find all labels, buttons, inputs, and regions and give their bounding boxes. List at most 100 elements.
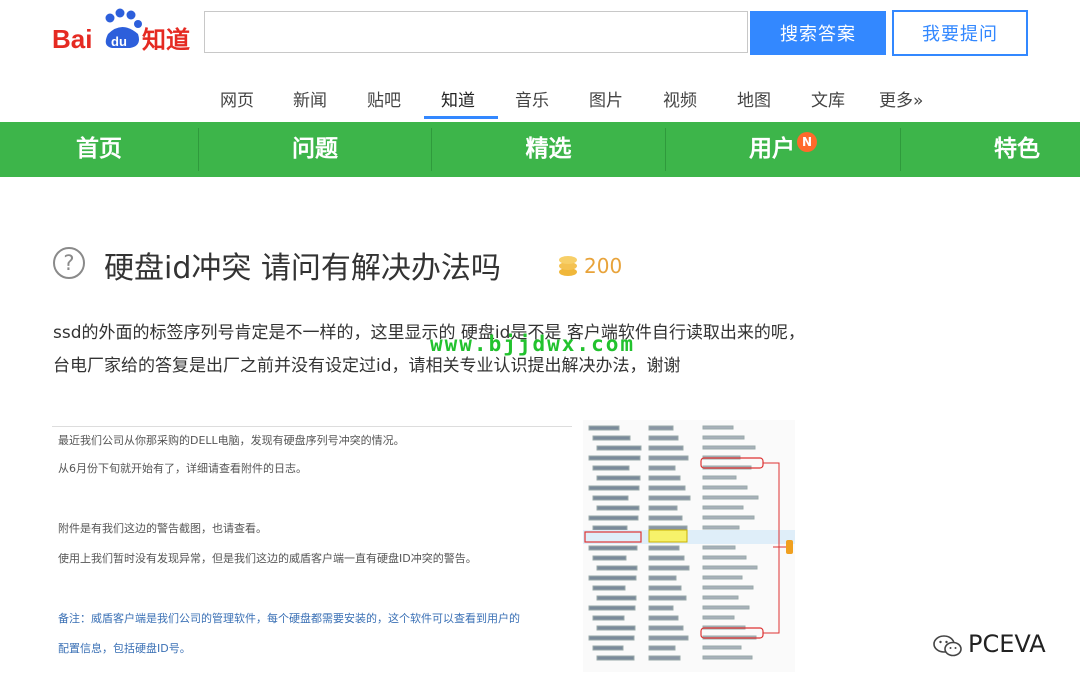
tree-row [648,655,681,661]
tree-row [648,605,674,611]
tree-row [648,595,687,601]
nav-featured[interactable]: 精选 [432,122,665,177]
tree-row [702,495,759,500]
header: Bai du 知道 搜索答案 我要提问 [0,0,1080,72]
tree-row [702,525,740,530]
question-body-line: ssd的外面的标签序列号肯定是不一样的，这里显示的 硬盘id是不是 客户端软件自… [53,323,805,343]
tree-row [648,585,682,591]
tree-row [588,425,620,431]
wechat-icon [933,635,962,657]
tree-row [648,425,674,431]
attachment-image[interactable]: 最近我们公司从你那采购的DELL电脑，发现有硬盘序列号冲突的情况。 从6月份下旬… [52,420,572,670]
question-circle-icon: ? [53,247,85,279]
channel-images[interactable]: 图片 [589,86,623,111]
tree-row [588,575,637,581]
tree-row [592,645,624,651]
tree-row [648,635,689,641]
tree-row [592,435,631,441]
ask-question-button[interactable]: 我要提问 [892,10,1028,56]
tree-row [702,545,736,550]
reward-points: 200 [584,254,623,278]
tree-row [648,575,677,581]
tree-row [702,475,737,480]
nav-special[interactable]: 特色 [901,122,1080,177]
brand-label: PCEVA [968,630,1046,658]
coin-icon [559,256,577,276]
attachment-line: 备注：威盾客户端是我们公司的管理软件，每个硬盘都需要安装的，这个软件可以查看到用… [58,612,520,625]
baidu-zhidao-logo[interactable]: Bai du 知道 [50,6,198,62]
channel-music[interactable]: 音乐 [515,86,549,111]
tree-row [702,575,743,580]
tree-row [648,465,676,471]
tree-row [702,565,758,570]
tree-row [702,485,748,490]
tree-row [648,495,691,501]
tree-row [588,635,635,641]
channel-video[interactable]: 视频 [663,86,697,111]
channel-web[interactable]: 网页 [220,86,254,111]
new-badge: N [797,132,817,152]
svg-text:知道: 知道 [142,26,190,54]
nav-users[interactable]: 用户 N [666,122,900,177]
tree-row [592,585,626,591]
tree-row [592,495,629,501]
tree-row [648,545,680,551]
tree-row [596,565,638,571]
channel-tieba[interactable]: 贴吧 [367,86,401,111]
tree-row [588,605,636,611]
tree-row [648,455,689,461]
tree-row [648,525,688,531]
attachment-line: 从6月份下旬就开始有了，详细请查看附件的日志。 [58,462,307,475]
channel-more[interactable]: 更多» [879,86,923,111]
tree-row [648,435,679,441]
tree-row [588,485,640,491]
tree-row [702,605,750,610]
tree-row [702,555,747,560]
tree-row [702,585,754,590]
attachment-line: 使用上我们暂时没有发现异常，但是我们这边的威盾客户端一直有硬盘ID冲突的警告。 [58,552,477,565]
tree-row [648,555,685,561]
tree-row [596,595,637,601]
nav-home[interactable]: 首页 [0,122,198,177]
tree-row [648,485,686,491]
tree-row [596,625,636,631]
attachment-line: 最近我们公司从你那采购的DELL电脑，发现有硬盘序列号冲突的情况。 [58,434,405,447]
tree-row [592,465,630,471]
tree-row [596,505,640,511]
attachment-line: 配置信息，包括硬盘ID号。 [58,642,191,655]
tree-row [648,625,684,631]
tree-row [702,645,742,650]
tree-row [648,645,676,651]
attachment-line: 附件是有我们这边的警告截图，也请查看。 [58,522,267,535]
tree-row [702,425,734,430]
tree-row [592,525,628,531]
tree-row [648,615,679,621]
channel-map[interactable]: 地图 [737,86,771,111]
nav-questions[interactable]: 问题 [199,122,431,177]
watermark: www.bjjdwx.com [430,332,636,356]
svg-text:du: du [111,34,127,49]
search-input[interactable] [204,11,748,53]
tree-row [702,515,755,520]
tree-row [648,445,684,451]
tree-row [702,655,753,660]
tree-row [596,445,642,451]
tree-row [588,515,639,521]
tree-row [702,445,756,450]
active-channel-underline [424,116,498,119]
tree-row [648,515,683,521]
channel-zhidao[interactable]: 知道 [441,86,475,111]
main-nav: 首页 问题 精选 用户 N 特色 [0,122,1080,177]
search-answer-button[interactable]: 搜索答案 [750,11,886,55]
channel-news[interactable]: 新闻 [293,86,327,111]
tree-row [592,555,627,561]
tree-row [588,545,638,551]
attachment-screenshot[interactable] [583,420,795,672]
channel-wenku[interactable]: 文库 [811,86,845,111]
tree-row [596,475,641,481]
tree-row [648,565,690,571]
question-title: 硬盘id冲突 请问有解决办法吗 [104,251,501,286]
tree-row [596,655,635,661]
tree-row [648,505,678,511]
svg-text:Bai: Bai [52,24,92,54]
